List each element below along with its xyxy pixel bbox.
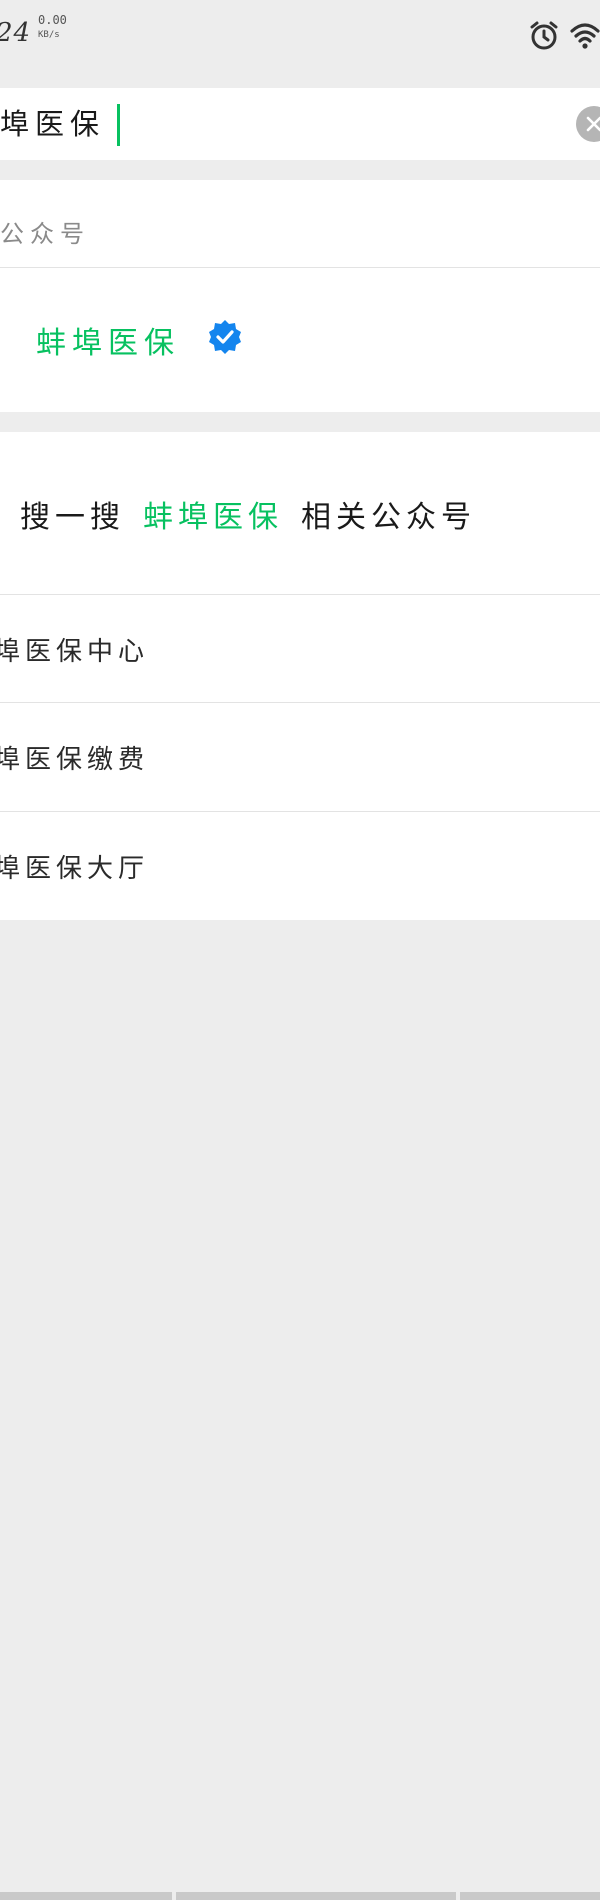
official-account-name[interactable]: 蚌埠医保 [36,318,180,362]
suggestion-label: 埠医保缴费 [0,745,150,775]
bottom-bar-segment [460,1892,600,1900]
status-time: 24 [0,18,32,48]
official-account-result[interactable]: 蚌埠医保 [0,268,600,412]
search-more-keyword: 蚌埠医保 [143,500,283,535]
suggestion-item[interactable]: 埠医保中心 [0,595,600,703]
bottom-bar-segment [0,1892,172,1900]
network-speed: 0.00 KB/s [38,13,78,41]
search-more-text[interactable]: 搜一搜 蚌埠医保 相关公众号 [20,492,476,536]
suggestion-item[interactable]: 埠医保大厅 [0,812,600,920]
text-cursor [117,104,120,146]
wifi-icon [570,23,600,49]
suggestion-label: 埠医保中心 [0,637,150,667]
official-accounts-section: 公众号 蚌埠医保 [0,180,600,412]
network-speed-value: 0.00 [38,13,67,27]
search-more-section: 搜一搜 蚌埠医保 相关公众号 埠医保中心 埠医保缴费 埠医保大厅 [0,432,600,920]
section-title: 公众号 [0,220,90,248]
search-more-suffix: 相关公众号 [301,500,476,535]
close-icon [586,116,600,132]
search-input[interactable]: 埠医保 [0,106,105,142]
verified-badge-icon [209,320,241,354]
status-icons [528,16,600,56]
suggestion-label: 埠医保大厅 [0,854,150,884]
status-bar: 24 0.00 KB/s [0,0,600,70]
bottom-bar-segment [176,1892,456,1900]
search-more-row[interactable]: 搜一搜 蚌埠医保 相关公众号 [0,432,600,594]
search-bar[interactable]: 埠医保 [0,88,600,160]
network-speed-unit: KB/s [38,30,60,41]
clear-search-button[interactable] [576,106,600,142]
search-more-prefix: 搜一搜 [20,500,125,535]
suggestion-item[interactable]: 埠医保缴费 [0,703,600,811]
alarm-icon [530,21,558,50]
